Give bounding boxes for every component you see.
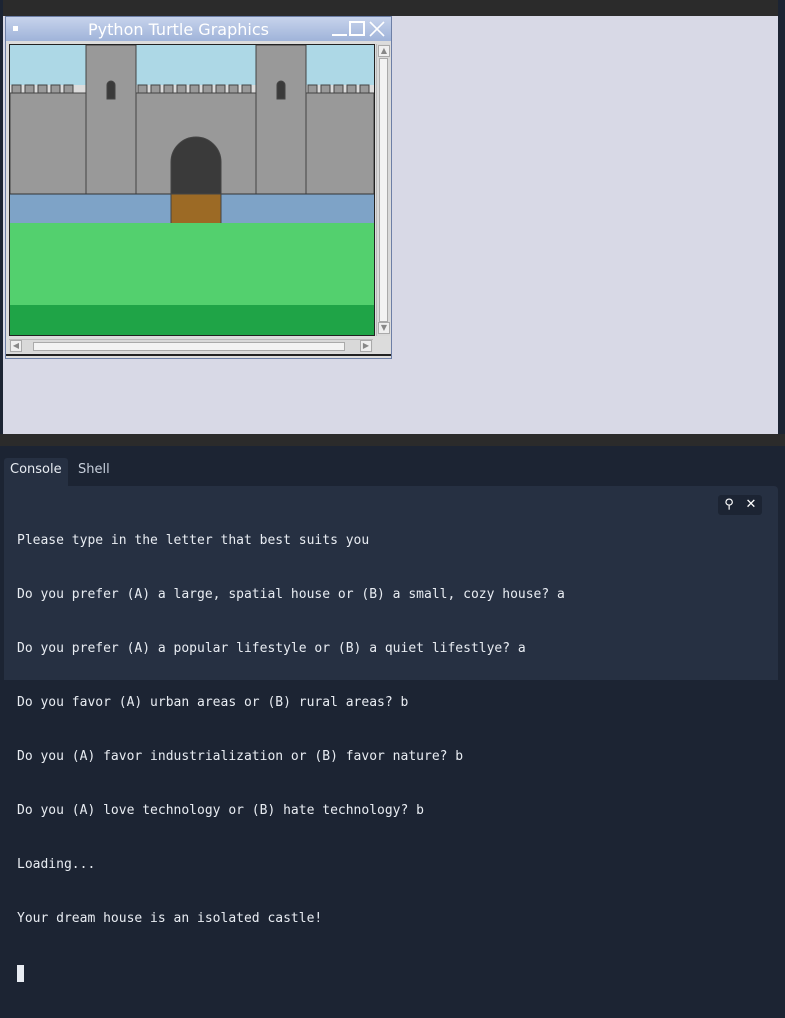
console-line: Do you prefer (A) a large, spatial house… [17, 587, 565, 602]
tab-console[interactable]: Console [4, 458, 68, 486]
right-tower-window [276, 80, 286, 100]
scroll-down-icon[interactable]: ▼ [378, 322, 390, 334]
battlement [307, 84, 318, 94]
battlement [228, 84, 239, 94]
top-divider-left-edge [0, 0, 3, 16]
battlement [11, 84, 22, 94]
maximize-icon[interactable] [349, 21, 365, 36]
window-bottom-border [6, 354, 391, 356]
battlement [333, 84, 344, 94]
right-tower [255, 45, 307, 195]
battlement [202, 84, 213, 94]
console-line: Do you (A) favor industrialization or (B… [17, 749, 464, 764]
vertical-scrollbar[interactable]: ▲ ▼ [376, 44, 390, 336]
drawbridge [170, 193, 222, 225]
vertical-scroll-thumb[interactable] [379, 58, 388, 322]
top-divider [0, 0, 785, 16]
text-cursor[interactable] [17, 965, 24, 982]
close-icon[interactable]: ✕ [740, 495, 762, 515]
castle-gate [170, 136, 222, 195]
scroll-up-icon[interactable]: ▲ [378, 45, 390, 57]
scroll-left-icon[interactable]: ◀ [10, 340, 22, 352]
console-line: Do you favor (A) urban areas or (B) rura… [17, 695, 409, 710]
console-line: Do you prefer (A) a popular lifestyle or… [17, 641, 526, 656]
console-line: Loading... [17, 857, 96, 872]
title-bar[interactable]: Python Turtle Graphics [6, 17, 391, 41]
battlement [189, 84, 200, 94]
battlement [241, 84, 252, 94]
search-icon[interactable]: ⚲ [718, 495, 740, 515]
pane-divider[interactable] [0, 434, 785, 451]
scroll-right-icon[interactable]: ▶ [360, 340, 372, 352]
bottom-pane: Console Shell Please type in the letter … [0, 446, 785, 982]
output-canvas-area: Python Turtle Graphics ▲ ▼ ◀ ▶ [3, 16, 778, 434]
battlement [346, 84, 357, 94]
battlement [24, 84, 35, 94]
sky [10, 45, 374, 85]
horizontal-scroll-thumb[interactable] [33, 342, 345, 351]
horizontal-scrollbar[interactable]: ◀ ▶ [9, 339, 373, 353]
console-output[interactable]: Please type in the letter that best suit… [17, 496, 717, 1018]
minimize-icon[interactable] [331, 21, 347, 37]
left-tower-window [106, 80, 116, 100]
battlement [176, 84, 187, 94]
window-title: Python Turtle Graphics [88, 20, 269, 39]
battlement [320, 84, 331, 94]
dark-grass [10, 305, 374, 335]
console-panel[interactable]: Please type in the letter that best suit… [4, 486, 778, 982]
battlement [63, 84, 74, 94]
top-divider-right-edge [778, 0, 785, 16]
battlement [215, 84, 226, 94]
battlement [359, 84, 370, 94]
close-icon[interactable] [369, 21, 385, 37]
battlement [137, 84, 148, 94]
battlement [150, 84, 161, 94]
left-tower [85, 45, 137, 195]
battlement [37, 84, 48, 94]
console-line: Your dream house is an isolated castle! [17, 911, 323, 926]
console-line: Please type in the letter that best suit… [17, 533, 370, 548]
console-line: Do you (A) love technology or (B) hate t… [17, 803, 424, 818]
tab-shell[interactable]: Shell [72, 458, 116, 486]
turtle-canvas[interactable] [9, 44, 375, 336]
castle-drawing [10, 45, 374, 335]
battlement [50, 84, 61, 94]
grass [10, 223, 374, 305]
turtle-window[interactable]: Python Turtle Graphics ▲ ▼ ◀ ▶ [5, 16, 392, 359]
battlement [163, 84, 174, 94]
